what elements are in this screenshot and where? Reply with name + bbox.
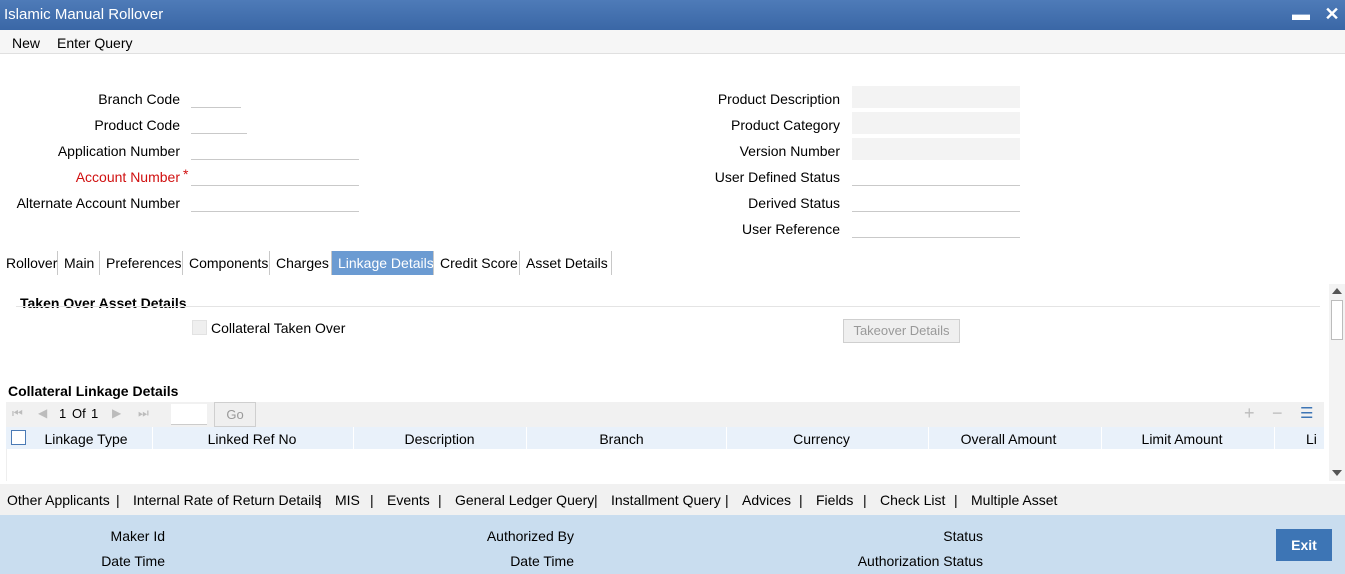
link-other-applicants[interactable]: Other Applicants (7, 492, 110, 508)
last-page-icon[interactable]: ⏭ (138, 406, 149, 421)
current-page: 1 (59, 406, 67, 421)
total-pages: 1 (91, 406, 99, 421)
menu-enter-query[interactable]: Enter Query (57, 35, 132, 51)
user-defined-status-label: User Defined Status (714, 169, 840, 185)
previous-page-icon[interactable]: ◀ (38, 406, 47, 420)
first-page-icon[interactable]: ⏮ (12, 406, 23, 421)
version-number-label: Version Number (739, 143, 840, 159)
tab-charges[interactable]: Charges (270, 251, 332, 275)
tab-asset-details[interactable]: Asset Details (520, 251, 612, 275)
authorized-by-label: Authorized By (486, 528, 574, 544)
tab-rollover[interactable]: Rollover (0, 251, 58, 275)
tab-preferences[interactable]: Preferences (100, 251, 183, 275)
add-row-icon[interactable]: + (1244, 403, 1255, 424)
link-advices[interactable]: Advices (742, 492, 791, 508)
scroll-up-icon[interactable] (1332, 288, 1342, 294)
takeover-details-button[interactable]: Takeover Details (843, 319, 960, 343)
collateral-linkage-section-title: Collateral Linkage Details (8, 383, 179, 399)
maker-id-label: Maker Id (110, 528, 165, 544)
authorization-status-label: Authorization Status (857, 553, 983, 569)
collateral-taken-over-checkbox[interactable] (192, 320, 207, 335)
derived-status-label: Derived Status (748, 195, 840, 211)
window-titlebar: Islamic Manual Rollover ▬ ✕ (0, 0, 1345, 30)
user-defined-status-field[interactable] (852, 164, 1020, 186)
link-general-ledger-query[interactable]: General Ledger Query (455, 492, 594, 508)
required-marker: * (183, 166, 189, 182)
link-multiple-asset[interactable]: Multiple Asset (971, 492, 1057, 508)
col-truncated: Li (1306, 431, 1317, 447)
scroll-thumb[interactable] (1331, 300, 1343, 340)
product-description-field (852, 86, 1020, 108)
collateral-taken-over-label: Collateral Taken Over (211, 320, 346, 336)
tab-credit-score[interactable]: Credit Score (434, 251, 520, 275)
grid-body (6, 449, 1324, 481)
status-label: Status (943, 528, 983, 544)
select-all-checkbox[interactable] (11, 430, 26, 445)
audit-footer: Maker Id Date Time Authorized By Date Ti… (0, 515, 1345, 574)
product-description-label: Product Description (717, 91, 840, 107)
grid-pager: ⏮ ◀ 1 Of 1 ▶ ⏭ Go + − ☰ (6, 402, 1324, 427)
user-reference-field[interactable] (852, 216, 1020, 238)
tab-main[interactable]: Main (58, 251, 100, 275)
col-branch: Branch (599, 431, 644, 447)
tab-components[interactable]: Components (183, 251, 270, 275)
subsystem-bar: Other Applicants | Internal Rate of Retu… (0, 484, 1345, 515)
minimize-icon[interactable]: ▬ (1290, 3, 1312, 25)
taken-over-section-title: Taken Over Asset Details (20, 295, 187, 311)
application-number-field[interactable] (191, 138, 359, 160)
alternate-account-number-label: Alternate Account Number (16, 195, 180, 211)
link-mis[interactable]: MIS (335, 492, 360, 508)
alternate-account-number-field[interactable] (191, 190, 359, 212)
link-events[interactable]: Events (387, 492, 430, 508)
product-category-label: Product Category (731, 117, 840, 133)
content-scrollbar[interactable] (1329, 284, 1345, 481)
branch-code-field[interactable] (191, 86, 241, 108)
delete-row-icon[interactable]: − (1272, 403, 1283, 424)
checker-date-time-label: Date Time (510, 553, 574, 569)
col-linked-ref-no: Linked Ref No (207, 431, 297, 447)
product-code-label: Product Code (94, 117, 180, 133)
tab-linkage-details[interactable]: Linkage Details (332, 251, 434, 275)
derived-status-field[interactable] (852, 190, 1020, 212)
link-fields[interactable]: Fields (816, 492, 853, 508)
account-number-field[interactable] (191, 164, 359, 186)
link-check-list[interactable]: Check List (880, 492, 945, 508)
col-currency: Currency (793, 431, 850, 447)
go-button[interactable]: Go (214, 402, 256, 427)
list-view-icon[interactable]: ☰ (1300, 404, 1313, 422)
scroll-down-icon[interactable] (1332, 470, 1342, 476)
account-number-label: Account Number (75, 169, 180, 185)
next-page-icon[interactable]: ▶ (112, 406, 121, 420)
product-category-field (852, 112, 1020, 134)
version-number-field (852, 138, 1020, 160)
link-installment-query[interactable]: Installment Query (611, 492, 721, 508)
grid-header: Linkage Type Linked Ref No Description B… (6, 427, 1324, 449)
menu-bar: New Enter Query (0, 30, 1345, 54)
page-of-label: Of (72, 406, 86, 421)
section-divider (16, 306, 1320, 307)
col-description: Description (404, 431, 475, 447)
application-number-label: Application Number (57, 143, 180, 159)
col-linkage-type: Linkage Type (44, 431, 128, 447)
link-internal-rate-of-return[interactable]: Internal Rate of Return Details (133, 492, 321, 508)
branch-code-label: Branch Code (98, 91, 180, 107)
window-title: Islamic Manual Rollover (4, 6, 164, 23)
user-reference-label: User Reference (741, 221, 840, 237)
product-code-field[interactable] (191, 112, 247, 134)
col-overall-amount: Overall Amount (960, 431, 1057, 447)
exit-button[interactable]: Exit (1276, 529, 1332, 561)
menu-new[interactable]: New (12, 35, 40, 51)
col-limit-amount: Limit Amount (1141, 431, 1223, 447)
goto-page-input[interactable] (171, 404, 207, 425)
close-icon[interactable]: ✕ (1321, 3, 1343, 25)
maker-date-time-label: Date Time (101, 553, 165, 569)
